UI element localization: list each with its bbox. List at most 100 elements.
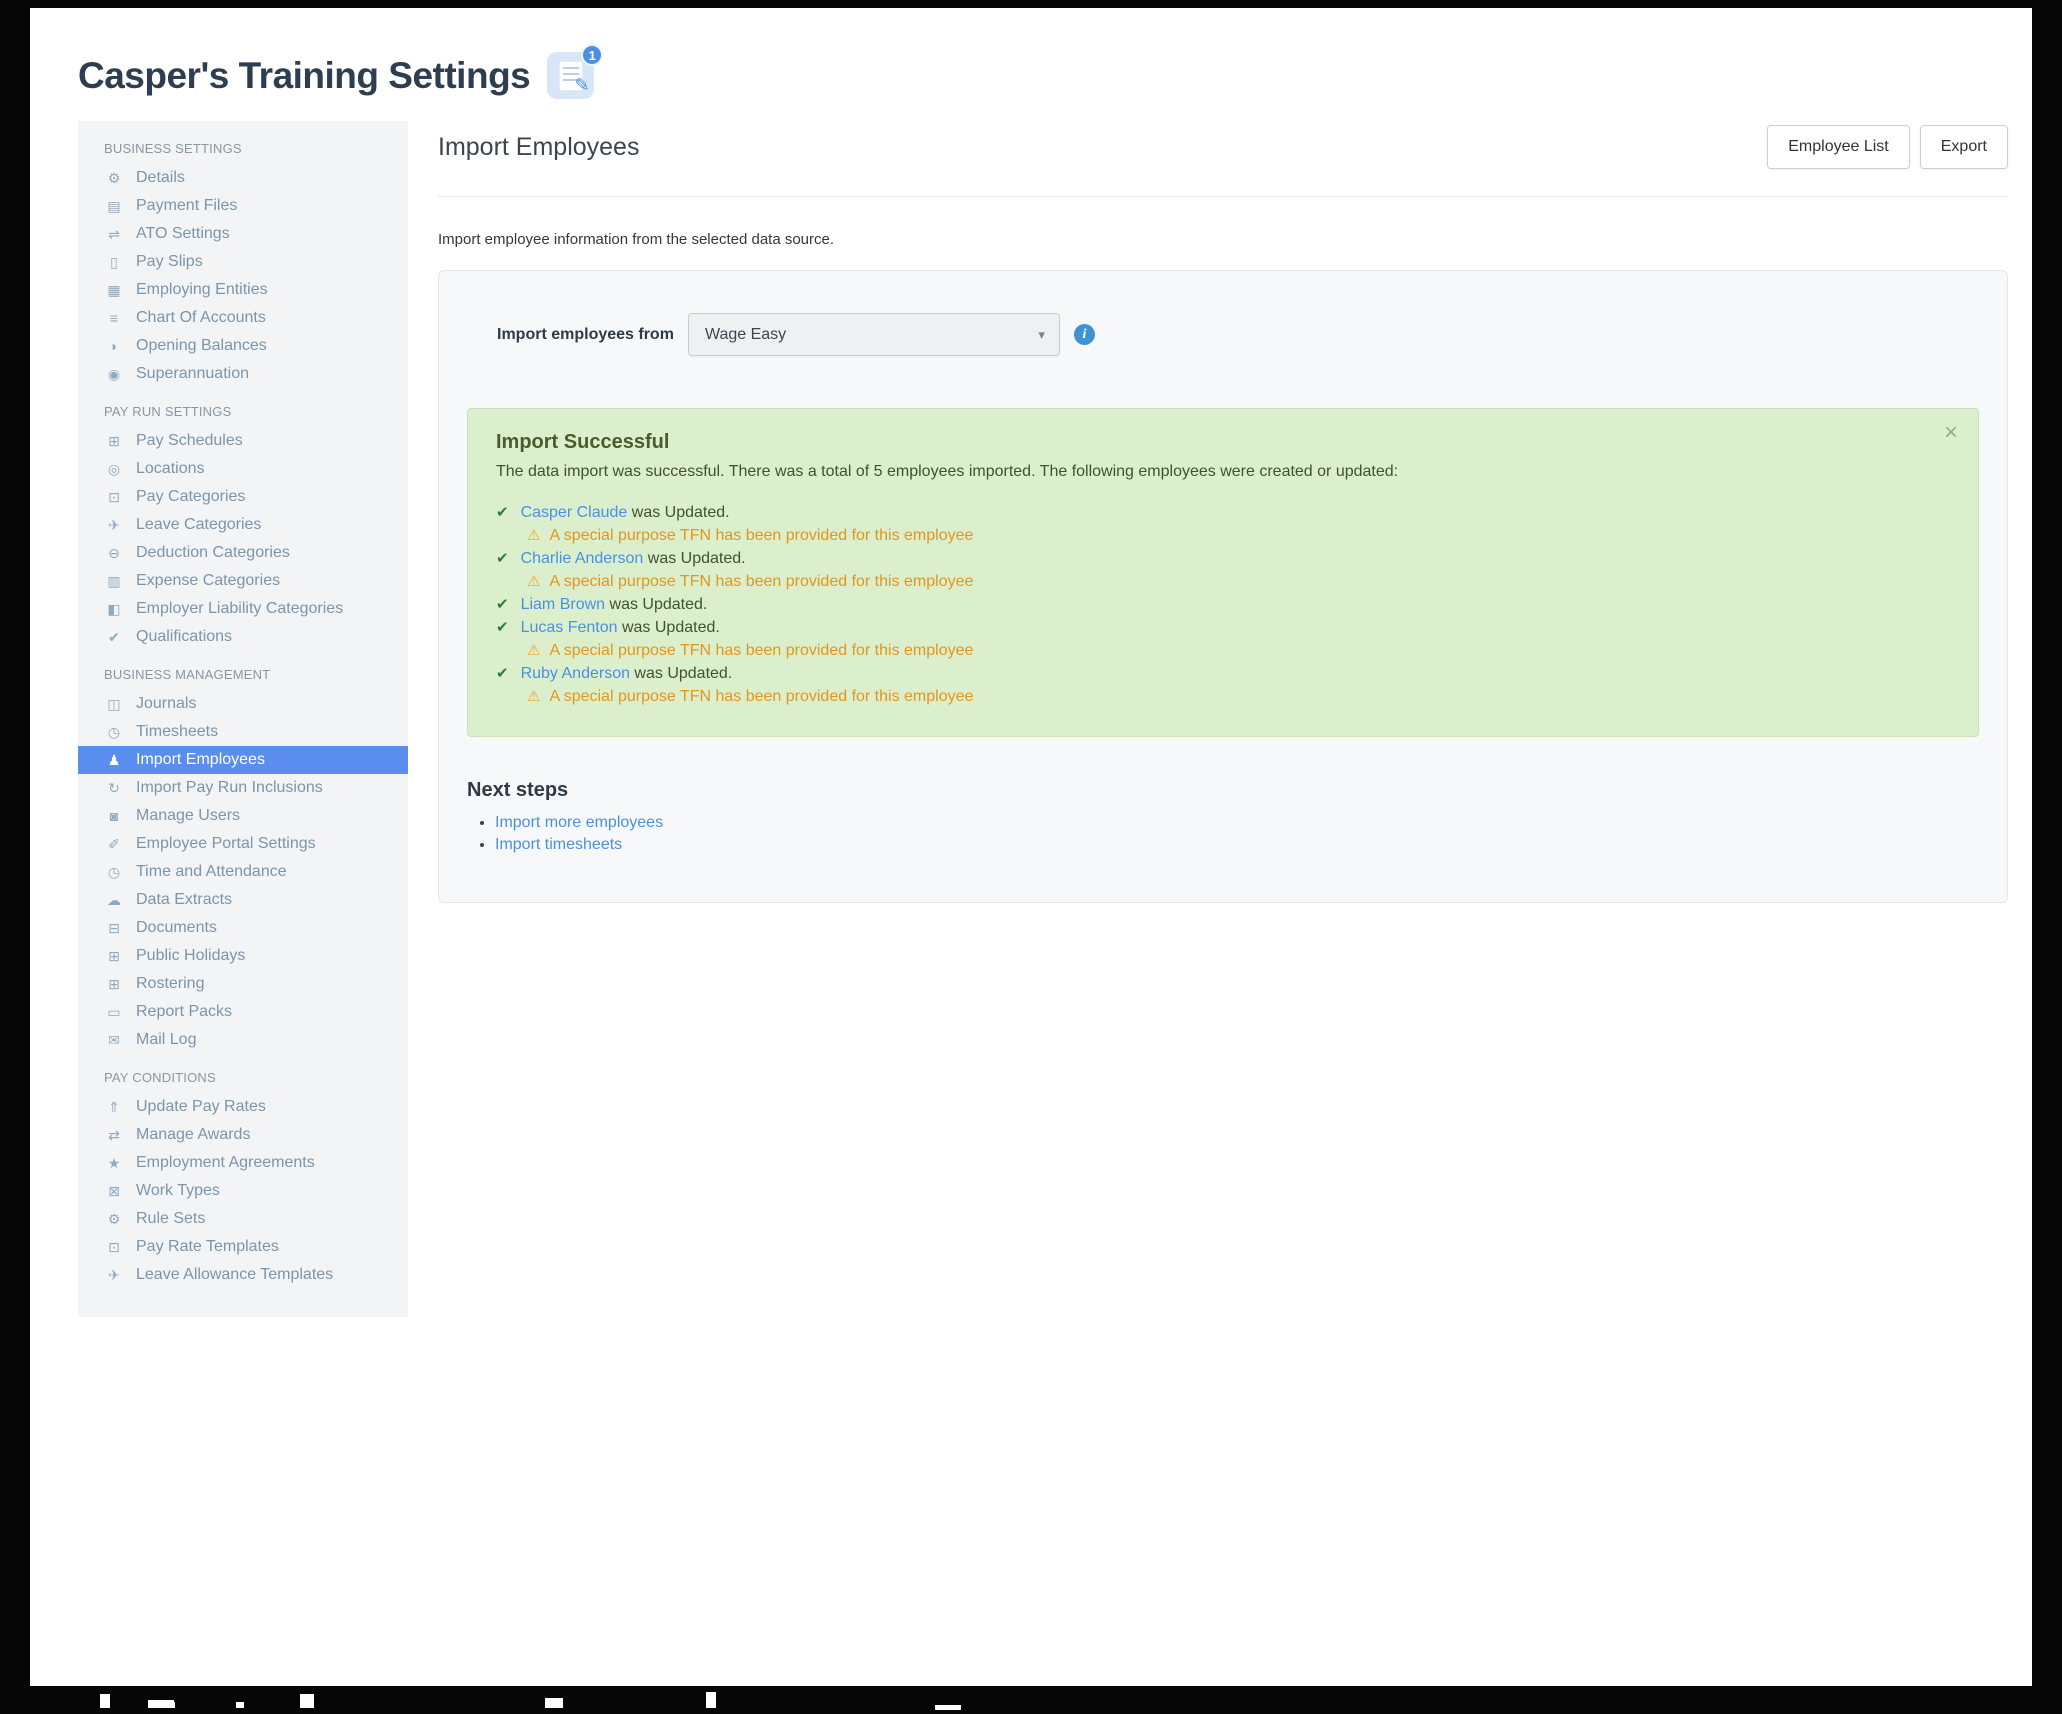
check-icon: ✔ [108,629,120,645]
sidebar-item-label: Superannuation [136,365,249,382]
sidebar-item-update-pay-rates[interactable]: ⇑ Update Pay Rates [78,1093,408,1121]
sidebar-item-time-and-attendance[interactable]: ◷ Time and Attendance [78,858,408,886]
page-description: Import employee information from the sel… [438,231,835,248]
sidebar-item-documents[interactable]: ⊟ Documents [78,914,408,942]
scales-icon: ⇌ [108,226,120,242]
employee-link[interactable]: Casper Claude [521,504,628,521]
plane-icon: ✈ [108,1267,120,1283]
sidebar-item-rule-sets[interactable]: ⚙ Rule Sets [78,1205,408,1233]
sidebar-item-label: Expense Categories [136,572,281,589]
sidebar-item-label: Timesheets [136,723,219,740]
sidebar-item-data-extracts[interactable]: ☁ Data Extracts [78,886,408,914]
import-success-alert: × Import Successful The data import was … [467,408,1979,737]
sidebar-item-timesheets[interactable]: ◷ Timesheets [78,718,408,746]
sidebar-item-employer-liability-categories[interactable]: ◧ Employer Liability Categories [78,595,408,623]
sidebar-item-superannuation[interactable]: ◉ Superannuation [78,360,408,388]
screen: { "app": { "title": "Casper's Training S… [0,0,2062,1714]
sidebar-item-import-pay-run-inclusions[interactable]: ↻ Import Pay Run Inclusions [78,774,408,802]
sidebar-item-pay-slips[interactable]: ▯ Pay Slips [78,248,408,276]
glyph-fragment [100,1694,110,1708]
sidebar-item-journals[interactable]: ◫ Journals [78,690,408,718]
sidebar-nav: BUSINESS SETTINGS ⚙ Details ▤ Payment Files ⇌… [78,121,408,1317]
next-step-link[interactable]: Import timesheets [495,836,622,853]
sidebar-item-pay-schedules[interactable]: ⊞ Pay Schedules [78,427,408,455]
star-icon: ★ [107,1155,121,1171]
sidebar-item-mail-log[interactable]: ✉ Mail Log [78,1026,408,1054]
sidebar-item-payment-files[interactable]: ▤ Payment Files [78,192,408,220]
next-step-link[interactable]: Import more employees [495,814,663,831]
employee-link[interactable]: Ruby Anderson [521,665,630,682]
sidebar-item-expense-categories[interactable]: ▥ Expense Categories [78,567,408,595]
employee-link[interactable]: Lucas Fenton [521,619,618,636]
header-buttons: Employee List Export [1767,125,2008,169]
employee-link[interactable]: Charlie Anderson [521,550,644,567]
warning-icon: ⚠ [527,642,541,659]
plane-icon: ✈ [108,517,120,533]
sidebar-item-opening-balances[interactable]: ◗ Opening Balances [78,332,408,360]
sidebar-item-label: Report Packs [136,1003,233,1020]
sidebar-item-employee-portal-settings[interactable]: ✐ Employee Portal Settings [78,830,408,858]
sidebar-item-deduction-categories[interactable]: ⊖ Deduction Categories [78,539,408,567]
next-steps: Next steps Import more employees Import t… [467,779,1979,856]
close-icon[interactable]: × [1944,421,1958,445]
sidebar-item-label: Leave Allowance Templates [136,1266,334,1283]
sidebar-item-manage-awards[interactable]: ⇄ Manage Awards [78,1121,408,1149]
sidebar-item-employment-agreements[interactable]: ★ Employment Agreements [78,1149,408,1177]
sidebar-item-leave-categories[interactable]: ✈ Leave Categories [78,511,408,539]
data-source-select[interactable]: Wage Easy ▾ [687,313,1060,356]
gear-icon: ⚙ [107,170,121,186]
import-result-row: ✔ Ruby Anderson was Updated. [496,662,1950,685]
tfn-warning-row: ⚠ A special purpose TFN has been provided… [527,524,1950,547]
employee-link[interactable]: Liam Brown [521,596,605,613]
sidebar-item-public-holidays[interactable]: ⊞ Public Holidays [78,942,408,970]
sidebar-item-label: Opening Balances [136,337,267,354]
sidebar-item-leave-allowance-templates[interactable]: ✈ Leave Allowance Templates [78,1261,408,1289]
globe-icon: ◉ [107,366,121,382]
sidebar-section-business-settings: BUSINESS SETTINGS [104,141,242,156]
sidebar-item-employing-entities[interactable]: ▦ Employing Entities [78,276,408,304]
people-icon: ♟ [107,752,121,768]
sidebar-item-chart-of-accounts[interactable]: ≡ Chart Of Accounts [78,304,408,332]
sidebar-item-locations[interactable]: ◎ Locations [78,455,408,483]
sidebar-item-manage-users[interactable]: ◙ Manage Users [78,802,408,830]
sidebar-item-label: Employee Portal Settings [136,835,316,852]
next-step-item: Import timesheets [495,834,1979,856]
glyph-fragment [236,1702,244,1708]
page-title: Casper's Training Settings [78,54,531,96]
file-icon: ▯ [110,254,118,270]
sidebar-item-details[interactable]: ⚙ Details [78,164,408,192]
sidebar-item-qualifications[interactable]: ✔ Qualifications [78,623,408,651]
calendar-icon: ⊞ [108,976,120,992]
import-result-row: ✔ Lucas Fenton was Updated. [496,616,1950,639]
sidebar-item-rostering[interactable]: ⊞ Rostering [78,970,408,998]
tfn-warning-text: A special purpose TFN has been provided … [549,642,974,659]
sidebar-item-import-employees[interactable]: ♟ Import Employees [78,746,408,774]
sidebar-item-label: Employer Liability Categories [136,600,344,617]
wrench-icon: ⚙ [107,1211,121,1227]
sidebar-item-label: Payment Files [136,197,238,214]
sidebar-item-report-packs[interactable]: ▭ Report Packs [78,998,408,1026]
import-result-row: ✔ Casper Claude was Updated. [496,501,1950,524]
export-button[interactable]: Export [1919,125,2008,169]
training-notes-icon[interactable]: ✎ 1 [547,44,604,99]
tfn-warning-row: ⚠ A special purpose TFN has been provided… [527,685,1950,708]
sidebar-item-label: Public Holidays [136,947,246,964]
employee-list-button[interactable]: Employee List [1767,125,1910,169]
info-icon[interactable]: i [1073,324,1095,345]
list-icon: ≡ [109,310,119,326]
glyph-fragment [545,1698,563,1708]
sidebar-item-work-types[interactable]: ⊠ Work Types [78,1177,408,1205]
minus-circle-icon: ⊖ [108,545,120,561]
next-steps-title: Next steps [467,779,569,801]
sidebar-item-label: Documents [136,919,217,936]
sidebar-item-pay-categories[interactable]: ⊡ Pay Categories [78,483,408,511]
main-header: Import Employees Employee List Export [438,125,2008,169]
sidebar-item-ato-settings[interactable]: ⇌ ATO Settings [78,220,408,248]
sidebar-item-label: Work Types [136,1182,220,1199]
sidebar-item-label: Rule Sets [136,1210,206,1227]
leaf-icon: ◗ [109,338,119,354]
sidebar-item-pay-rate-templates[interactable]: ⊡ Pay Rate Templates [78,1233,408,1261]
tfn-warning-text: A special purpose TFN has been provided … [549,527,974,544]
sync-icon: ↻ [108,780,120,796]
sidebar-item-label: Rostering [136,975,205,992]
